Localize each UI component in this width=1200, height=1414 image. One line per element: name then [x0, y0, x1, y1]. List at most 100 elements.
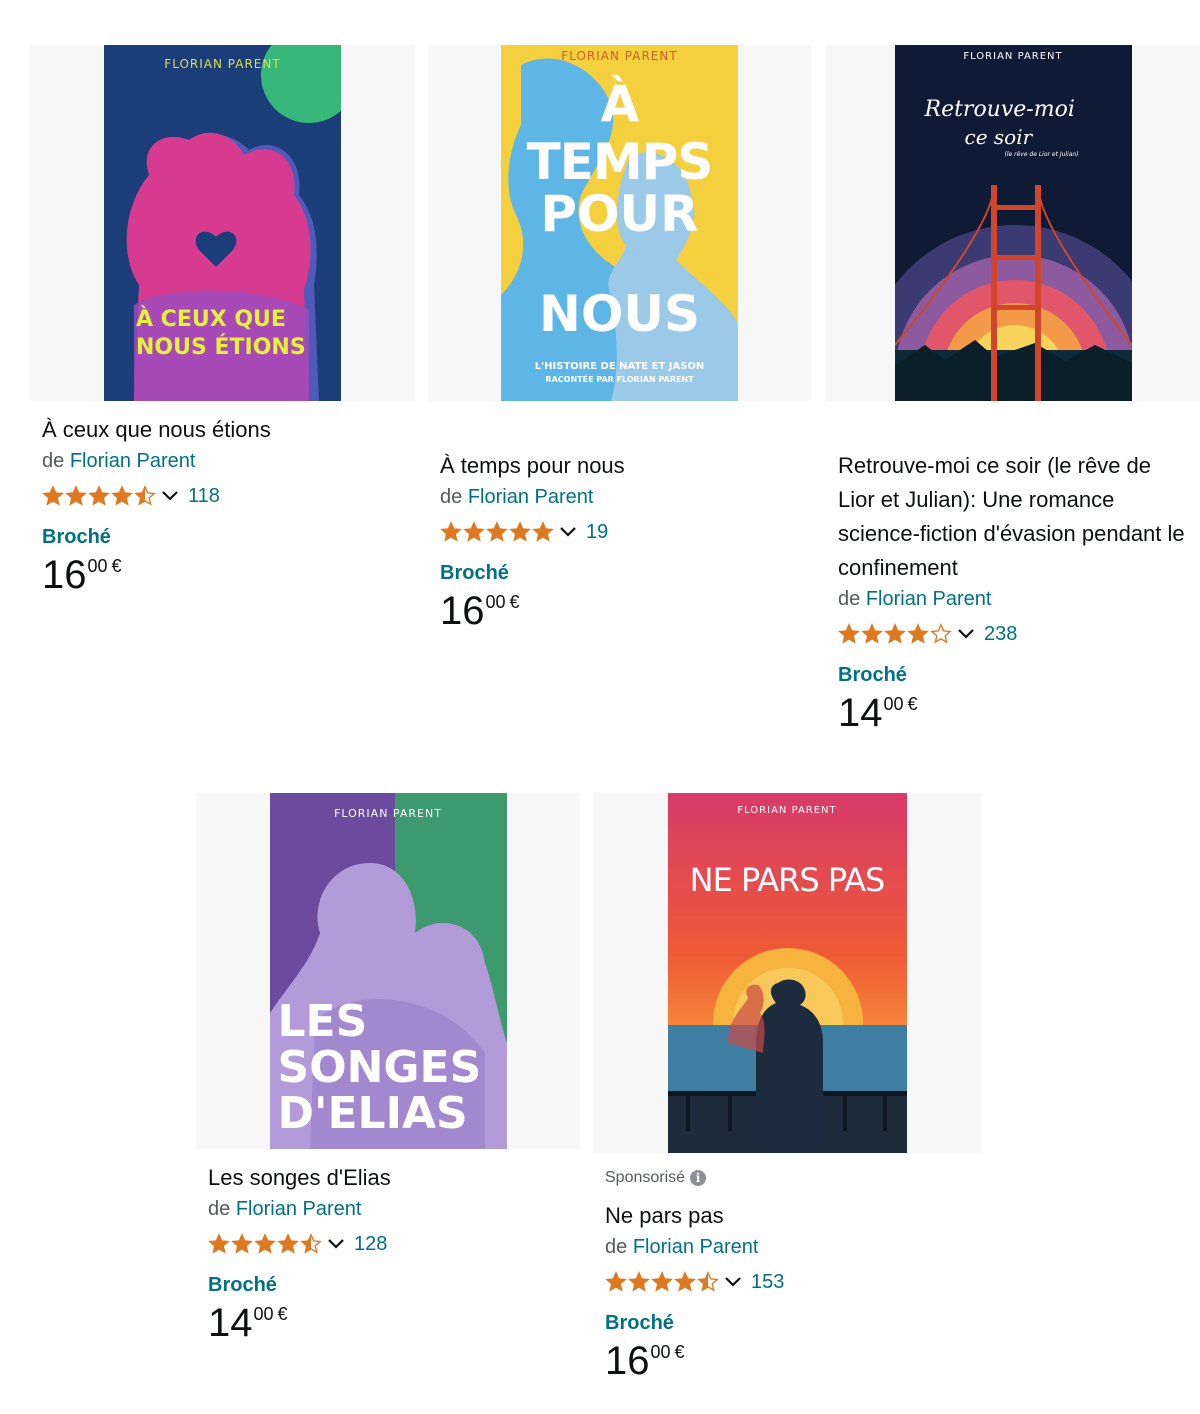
price-whole: 16	[440, 589, 485, 633]
price-currency: €	[509, 592, 520, 612]
author-prefix: de	[838, 588, 861, 610]
book-cover[interactable]: FLORIAN PARENT NE PARS PAS	[667, 793, 907, 1153]
star-rating[interactable]	[208, 1233, 322, 1255]
star-icon	[532, 521, 554, 542]
author-prefix: de	[42, 450, 65, 472]
rating-count[interactable]: 128	[354, 1233, 387, 1256]
star-rating[interactable]	[838, 623, 952, 645]
star-icon	[231, 1233, 253, 1254]
format-link[interactable]: Broché	[42, 523, 403, 551]
price[interactable]: 16 00 €	[605, 1339, 969, 1383]
star-icon	[277, 1233, 299, 1254]
format-link[interactable]: Broché	[440, 559, 799, 587]
star-icon	[605, 1271, 627, 1292]
cover-title-line1: NE PARS PAS	[689, 861, 886, 899]
product-card: FLORIAN PARENT À TEMPS POUR NOUS L'HISTO…	[428, 45, 811, 770]
author-link[interactable]: Florian Parent	[468, 486, 594, 508]
author-link[interactable]: Florian Parent	[633, 1236, 759, 1258]
price[interactable]: 16 00 €	[42, 553, 403, 597]
chevron-down-icon[interactable]	[160, 489, 180, 503]
rating-row[interactable]: 153	[605, 1267, 969, 1297]
star-icon	[463, 521, 485, 542]
price-fraction: 00	[253, 1304, 274, 1324]
product-image-area[interactable]: FLORIAN PARENT Retrouve-moi ce soir (le …	[826, 45, 1200, 401]
chevron-down-icon[interactable]	[326, 1237, 346, 1251]
product-image-area[interactable]: FLORIAN PARENT À TEMPS POUR NOUS L'HISTO…	[428, 45, 811, 401]
star-rating[interactable]	[605, 1271, 719, 1293]
rating-count[interactable]: 153	[751, 1271, 784, 1294]
cover-title-line1: LES	[277, 996, 368, 1047]
star-icon	[208, 1233, 230, 1254]
sponsored-text: Sponsorisé	[605, 1169, 686, 1186]
product-title[interactable]: Ne pars pas	[605, 1199, 969, 1233]
format-link[interactable]: Broché	[605, 1309, 969, 1337]
product-card: FLORIAN PARENT NE PARS PAS Sponsorisé i …	[593, 793, 981, 1413]
cover-title-line3: D'ELIAS	[277, 1088, 468, 1139]
format-link[interactable]: Broché	[208, 1271, 568, 1299]
cover-author-mark: FLORIAN PARENT	[164, 57, 281, 71]
rating-count[interactable]: 19	[586, 521, 608, 544]
star-icon	[838, 623, 860, 644]
rating-count[interactable]: 118	[188, 485, 220, 508]
cover-author-mark: FLORIAN PARENT	[334, 807, 442, 820]
price-fraction: 00	[650, 1342, 671, 1362]
product-author: de Florian Parent	[605, 1233, 969, 1261]
product-card: FLORIAN PARENT À CEUX QUE NOUS ÉTIONS À …	[30, 45, 415, 870]
chevron-down-icon[interactable]	[956, 627, 976, 641]
star-icon	[697, 1271, 719, 1292]
cover-tagline1: L'HISTOIRE DE NATE ET JASON	[534, 361, 705, 372]
cover-author-mark: FLORIAN PARENT	[737, 805, 837, 816]
star-rating[interactable]	[440, 521, 554, 543]
product-title[interactable]: À ceux que nous étions	[42, 413, 403, 447]
star-icon	[42, 485, 64, 506]
book-cover[interactable]: FLORIAN PARENT À CEUX QUE NOUS ÉTIONS	[104, 45, 341, 401]
price[interactable]: 16 00 €	[440, 589, 799, 633]
product-author: de Florian Parent	[838, 585, 1188, 613]
star-icon	[254, 1233, 276, 1254]
price[interactable]: 14 00 €	[208, 1301, 568, 1345]
book-cover[interactable]: FLORIAN PARENT LES SONGES D'ELIAS	[269, 793, 507, 1149]
product-author: de Florian Parent	[440, 483, 799, 511]
price-whole: 14	[838, 691, 883, 735]
product-image-area[interactable]: FLORIAN PARENT LES SONGES D'ELIAS	[196, 793, 580, 1149]
rating-row[interactable]: 128	[208, 1229, 568, 1259]
format-link[interactable]: Broché	[838, 661, 1188, 689]
star-icon	[300, 1233, 322, 1254]
rating-count[interactable]: 238	[984, 623, 1017, 646]
book-cover[interactable]: FLORIAN PARENT Retrouve-moi ce soir (le …	[894, 45, 1132, 401]
author-link[interactable]: Florian Parent	[866, 588, 992, 610]
star-icon	[651, 1271, 673, 1292]
star-icon	[861, 623, 883, 644]
star-rating[interactable]	[42, 485, 156, 507]
star-icon	[509, 521, 531, 542]
product-image-area[interactable]: FLORIAN PARENT NE PARS PAS	[593, 793, 981, 1153]
star-icon	[88, 485, 110, 506]
star-icon	[674, 1271, 696, 1292]
rating-row[interactable]: 118	[42, 481, 403, 511]
price[interactable]: 14 00 €	[838, 691, 1188, 735]
cover-title-line1: Retrouve-moi	[924, 97, 1075, 122]
cover-title-line1: À TEMPS	[526, 75, 714, 191]
author-prefix: de	[440, 486, 463, 508]
product-title[interactable]: Les songes d'Elias	[208, 1161, 568, 1195]
star-icon	[930, 623, 952, 644]
chevron-down-icon[interactable]	[723, 1275, 743, 1289]
author-link[interactable]: Florian Parent	[70, 450, 196, 472]
star-icon	[884, 623, 906, 644]
product-image-area[interactable]: FLORIAN PARENT À CEUX QUE NOUS ÉTIONS	[30, 45, 415, 401]
price-currency: €	[277, 1304, 288, 1324]
star-icon	[65, 485, 87, 506]
rating-row[interactable]: 238	[838, 619, 1188, 649]
author-link[interactable]: Florian Parent	[236, 1198, 362, 1220]
cover-art	[667, 793, 907, 1153]
product-title[interactable]: Retrouve-moi ce soir (le rêve de Lior et…	[838, 449, 1188, 585]
chevron-down-icon[interactable]	[558, 525, 578, 539]
rating-row[interactable]: 19	[440, 517, 799, 547]
cover-title-line2: SONGES	[277, 1042, 482, 1093]
author-prefix: de	[208, 1198, 231, 1220]
product-title[interactable]: À temps pour nous	[440, 449, 799, 483]
price-fraction: 00	[485, 592, 506, 612]
info-icon[interactable]: i	[690, 1170, 707, 1186]
book-cover[interactable]: FLORIAN PARENT À TEMPS POUR NOUS L'HISTO…	[501, 45, 738, 401]
cover-title-line3: (le rêve de Lior et Julian)	[1004, 151, 1079, 158]
